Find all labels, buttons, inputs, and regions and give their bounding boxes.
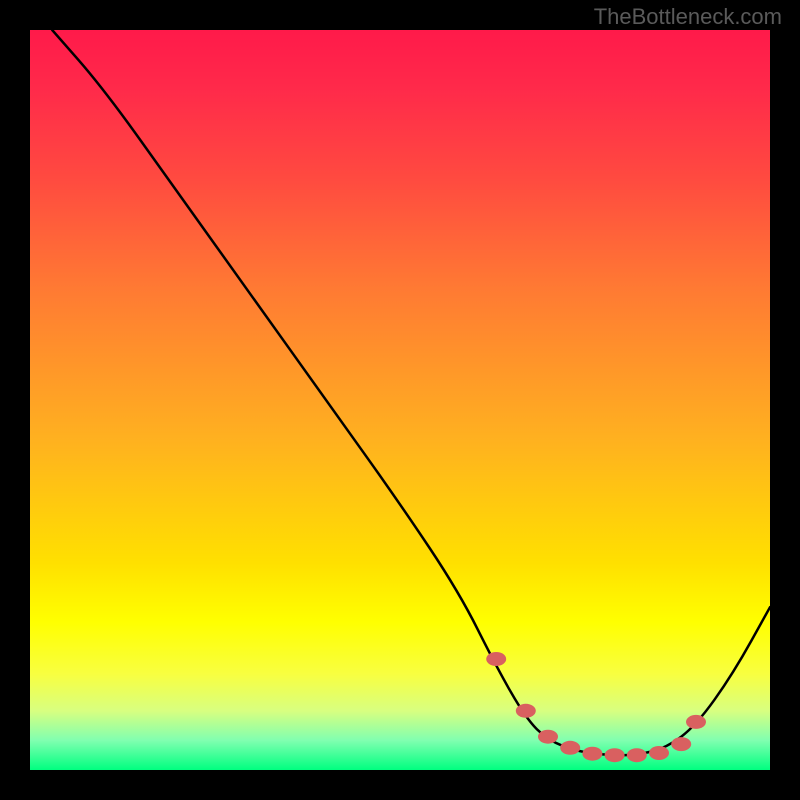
marker-dot — [649, 746, 669, 760]
curve-line — [52, 30, 770, 755]
marker-dot — [627, 748, 647, 762]
marker-dot — [582, 747, 602, 761]
marker-dots-group — [486, 652, 706, 762]
marker-dot — [516, 704, 536, 718]
marker-dot — [538, 730, 558, 744]
marker-dot — [686, 715, 706, 729]
marker-dot — [486, 652, 506, 666]
marker-dot — [671, 737, 691, 751]
marker-dot — [560, 741, 580, 755]
chart-plot-area — [30, 30, 770, 770]
marker-dot — [605, 748, 625, 762]
chart-svg — [30, 30, 770, 770]
watermark-text: TheBottleneck.com — [594, 4, 782, 30]
